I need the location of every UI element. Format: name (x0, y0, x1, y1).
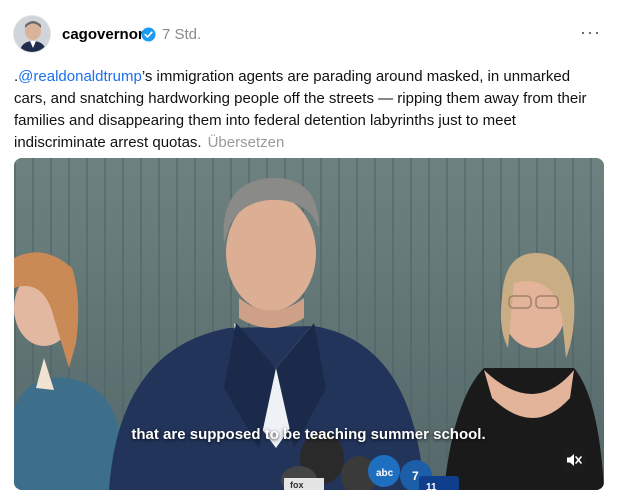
mic-label-fox: fox (290, 480, 304, 490)
avatar[interactable] (13, 15, 51, 53)
translate-link[interactable]: Übersetzen (208, 134, 285, 151)
mention-link[interactable]: @realdonaldtrump (18, 68, 142, 85)
username[interactable]: cagovernor (62, 26, 144, 43)
post-text: .@realdonaldtrump’s immigration agents a… (14, 66, 596, 154)
mic-label-11: 11 (426, 482, 437, 490)
mic-label-abc: abc (376, 468, 394, 479)
mute-button[interactable] (560, 447, 586, 473)
mic-label-7: 7 (412, 469, 419, 483)
timestamp: 7 Std. (162, 26, 202, 43)
avatar-image (14, 16, 50, 52)
video-caption: that are supposed to be teaching summer … (131, 426, 486, 443)
more-options-icon[interactable]: ··· (580, 22, 601, 43)
speaker-muted-icon (567, 454, 582, 466)
verified-badge-icon (141, 27, 156, 42)
